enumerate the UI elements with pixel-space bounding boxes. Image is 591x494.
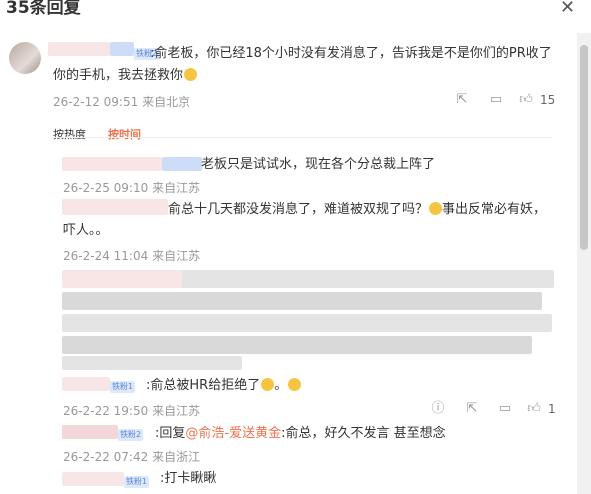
reply-username-blurred-tail[interactable] [162, 157, 202, 171]
reply-prefix: :回复 [155, 426, 186, 441]
fan-badge: 铁粉1 [124, 476, 150, 488]
like-count: 15 [540, 93, 556, 107]
share-icon[interactable]: ⇱ [465, 402, 479, 416]
comment-icon[interactable]: ▭ [489, 93, 503, 107]
reply-time: 26-2-24 11:04 来自江苏 [63, 247, 200, 264]
fan-badge: 铁粉2 [118, 429, 144, 441]
reply-text-line1-a: 俞总十几天都没发消息了，难道被双规了吗？ [168, 202, 429, 217]
like-icon[interactable]: 👍︎ [527, 402, 541, 416]
reply-time-value: 26-2-22 19:50 [63, 404, 149, 418]
reply-username-blurred[interactable] [62, 377, 110, 391]
smirk-emoji-icon [184, 68, 198, 81]
comment-time: 26-2-12 09:51 来自北京 [53, 93, 190, 110]
laugh-emoji-icon [261, 378, 275, 391]
reply-location: 来自江苏 [152, 249, 201, 263]
comment-text-line2-text: 你的手机，我去拯救你 [53, 68, 184, 83]
reply-time: 26-2-25 09:10 来自江苏 [63, 179, 200, 196]
reply-time-value: 26-2-22 07:42 [63, 450, 149, 464]
reply-text-line2: 吓人。。 [63, 223, 109, 238]
dialog-header: 35条回复 ✕ [0, 0, 591, 26]
username-blurred[interactable] [48, 42, 110, 56]
comment-text-line2: 你的手机，我去拯救你 [53, 65, 198, 87]
like-icon[interactable]: 👍︎ [519, 93, 533, 107]
avatar[interactable] [9, 42, 41, 74]
reply-text-tail: 。 [274, 378, 288, 393]
blurred-reply-row-accent [62, 270, 182, 288]
reply-location: 来自浙江 [152, 450, 201, 464]
tears-emoji-icon [288, 378, 302, 391]
reply-username-blurred[interactable] [62, 472, 124, 486]
blurred-reply-row [62, 292, 542, 310]
blurred-reply-row [62, 314, 552, 332]
fan-badge: 铁粉1 [110, 381, 136, 393]
reply-time-value: 26-2-25 09:10 [63, 181, 149, 195]
reply-text: :打卡瞅瞅 [160, 471, 217, 486]
reply-text-value: :俞总被HR给拒绝了 [146, 378, 261, 393]
reply-text-line1-b: 事出反常必有妖， [442, 202, 547, 217]
share-icon[interactable]: ⇱ [455, 93, 469, 107]
comment-icon[interactable]: ▭ [498, 402, 512, 416]
reply-text: :俞总被HR给拒绝了。 [146, 375, 302, 397]
blurred-reply-row [62, 356, 242, 370]
scrollbar-thumb[interactable] [580, 45, 588, 250]
like-count: 1 [548, 402, 556, 416]
comment-location: 来自北京 [142, 95, 191, 109]
mention-link[interactable]: @俞浩-爱送黄金 [185, 426, 281, 441]
blurred-reply-row [62, 336, 532, 354]
comment-time-value: 26-2-12 09:51 [53, 95, 139, 109]
divider [52, 137, 552, 138]
reply-time-value: 26-2-24 11:04 [63, 249, 149, 263]
reply-text: 老板只是试试水，现在各个分总裁上阵了 [201, 157, 436, 172]
comment-text-line1: :俞老板，你已经18个小时没有发消息了，告诉我是不是你们的PR收了 [150, 46, 552, 61]
reply-text: :回复@俞浩-爱送黄金:俞总，好久不发言 甚至想念 [155, 423, 446, 445]
reply-location: 来自江苏 [152, 404, 201, 418]
report-icon[interactable]: ⓘ [431, 402, 445, 416]
tab-sort-time[interactable]: 按时间 [108, 126, 141, 142]
reply-location: 来自江苏 [152, 181, 201, 195]
username-blurred-tail[interactable] [110, 42, 134, 56]
close-icon[interactable]: ✕ [560, 0, 575, 18]
dialog-title: 35条回复 [6, 0, 81, 18]
tears-emoji-icon [429, 202, 443, 215]
reply-username-blurred[interactable] [62, 199, 168, 215]
tab-sort-hot[interactable]: 按热度 [53, 126, 86, 142]
reply-username-blurred[interactable] [62, 425, 118, 439]
reply-text-value: :俞总，好久不发言 甚至想念 [281, 426, 446, 441]
reply-time: 26-2-22 19:50 来自江苏 [63, 402, 200, 419]
reply-time: 26-2-22 07:42 来自浙江 [63, 448, 200, 465]
reply-text-line1: 俞总十几天都没发消息了，难道被双规了吗？ 事出反常必有妖， [168, 199, 546, 221]
reply-username-blurred[interactable] [62, 157, 162, 171]
